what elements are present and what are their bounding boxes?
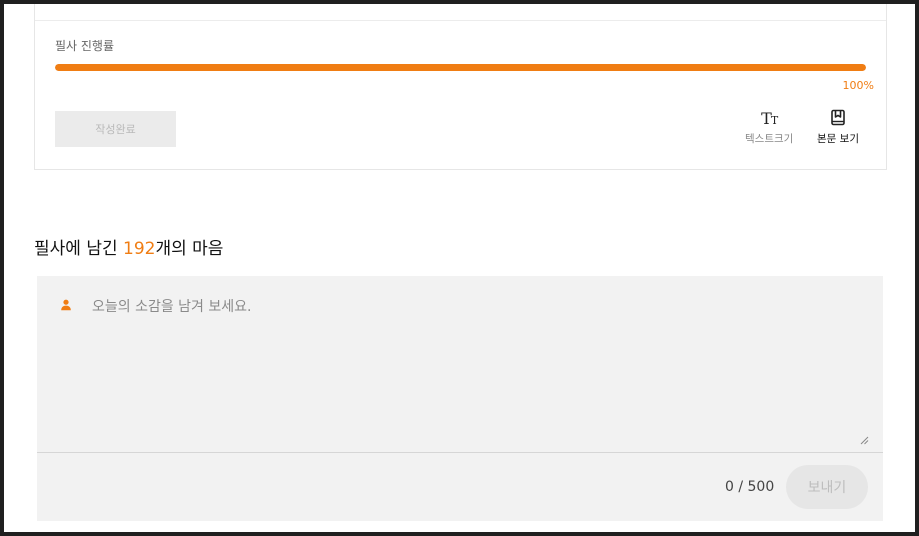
- send-button[interactable]: 보내기: [786, 465, 868, 509]
- text-size-label: 텍스트크기: [745, 133, 794, 145]
- divider: [37, 452, 883, 453]
- progress-fill: [55, 64, 866, 71]
- view-body-button[interactable]: 본문 보기: [817, 107, 859, 146]
- comment-input[interactable]: 오늘의 소감을 남겨 보세요.: [92, 296, 251, 316]
- progress-bar: [55, 64, 866, 71]
- transcription-card: 필사 진행률 100% 작성완료 TT 텍스트크기 본문 보기: [34, 4, 887, 170]
- text-size-button[interactable]: TT 텍스트크기: [745, 107, 793, 146]
- resize-handle-icon[interactable]: [859, 430, 869, 449]
- comments-title: 필사에 남긴 192개의 마음: [34, 234, 223, 259]
- user-icon: [59, 297, 73, 316]
- progress-percent: 100%: [842, 79, 874, 92]
- comments-title-prefix: 필사에 남긴: [34, 239, 124, 260]
- text-size-icon: TT: [761, 108, 778, 128]
- complete-button[interactable]: 작성완료: [55, 111, 176, 147]
- progress-label: 필사 진행률: [55, 39, 115, 53]
- char-counter: 0 / 500: [725, 479, 775, 495]
- comments-count: 192: [123, 239, 156, 260]
- divider: [35, 20, 886, 21]
- page: 필사 진행률 100% 작성완료 TT 텍스트크기 본문 보기 필사에 남긴 1…: [4, 4, 915, 532]
- view-body-label: 본문 보기: [817, 133, 859, 145]
- comment-box[interactable]: 오늘의 소감을 남겨 보세요. 0 / 500 보내기: [37, 276, 883, 521]
- comments-title-suffix: 개의 마음: [155, 239, 224, 260]
- book-icon: [830, 107, 846, 129]
